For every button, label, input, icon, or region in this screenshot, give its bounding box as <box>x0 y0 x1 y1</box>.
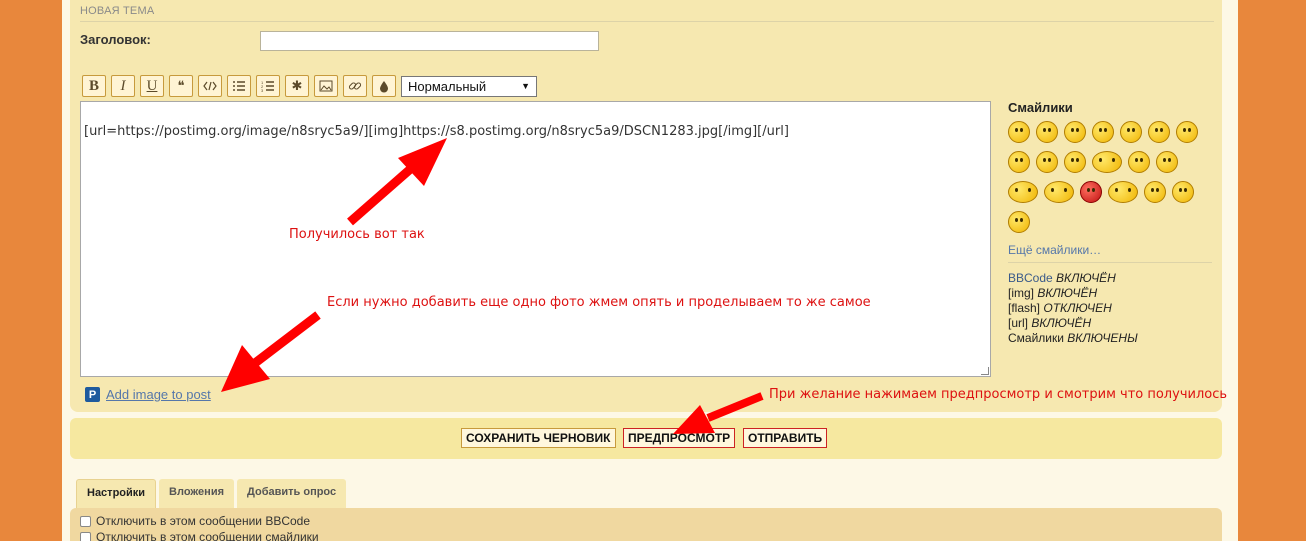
smilies-grid <box>1008 121 1208 233</box>
color-button[interactable] <box>372 75 396 97</box>
annotation-note-1: Получилось вот так <box>289 227 425 242</box>
more-smilies-link[interactable]: Ещё смайлики… <box>1008 243 1212 257</box>
bbcode-toolbar: B I U ❝ 123 ✱ Нормальный ▼ <box>82 74 537 98</box>
add-image-row: P Add image to post <box>85 387 211 402</box>
tab-settings[interactable]: Настройки <box>76 479 157 509</box>
tab-attachments[interactable]: Вложения <box>159 479 235 509</box>
page: НОВАЯ ТЕМА Заголовок: B I U ❝ 123 ✱ Норм… <box>62 0 1238 541</box>
link-button[interactable] <box>343 75 367 97</box>
add-image-link[interactable]: Add image to post <box>106 387 211 402</box>
smilies-divider <box>1008 262 1212 263</box>
codes-status: BBCode ВКЛЮЧЁН [img] ВКЛЮЧЁН [flash] ОТК… <box>1008 271 1212 346</box>
new-topic-panel: НОВАЯ ТЕМА Заголовок: B I U ❝ 123 ✱ Норм… <box>70 0 1222 412</box>
smiley-icon[interactable] <box>1120 121 1142 143</box>
smiley-icon[interactable] <box>1008 121 1030 143</box>
asterisk-icon: ✱ <box>291 78 303 93</box>
smiley-icon[interactable] <box>1176 121 1198 143</box>
flash-label: [flash] <box>1008 301 1041 315</box>
smiley-icon[interactable] <box>1008 181 1038 203</box>
flash-state: ОТКЛЮЧЕН <box>1043 301 1112 315</box>
tab-add-poll[interactable]: Добавить опрос <box>237 479 347 509</box>
smiley-icon[interactable] <box>1128 151 1150 173</box>
image-icon <box>319 80 333 92</box>
option-label: Отключить в этом сообщении BBCode <box>96 514 311 528</box>
url-state: ВКЛЮЧЁН <box>1031 316 1092 330</box>
editor-content: [url=https://postimg.org/image/n8sryc5a9… <box>84 124 789 139</box>
list-icon <box>233 81 245 91</box>
smiley-icon[interactable] <box>1008 151 1030 173</box>
list-button[interactable] <box>227 75 251 97</box>
underline-button[interactable]: U <box>140 75 164 97</box>
section-title: НОВАЯ ТЕМА <box>80 5 155 17</box>
option-label: Отключить в этом сообщении смайлики <box>96 530 319 541</box>
smiley-icon[interactable] <box>1092 121 1114 143</box>
smilies-panel: Смайлики Ещё смайлики… BBCode ВКЛЮЧЁН [i… <box>1008 100 1212 346</box>
smiley-icon[interactable] <box>1148 121 1170 143</box>
action-bar: СОХРАНИТЬ ЧЕРНОВИК ПРЕДПРОСМОТР ОТПРАВИТ… <box>70 418 1222 459</box>
smiley-icon[interactable] <box>1064 151 1086 173</box>
options-tabs: Настройки Вложения Добавить опрос <box>76 479 347 509</box>
smiley-icon[interactable] <box>1108 181 1138 203</box>
smiley-icon[interactable] <box>1172 181 1194 203</box>
ordered-list-button[interactable]: 123 <box>256 75 280 97</box>
url-status: [url] ВКЛЮЧЁН <box>1008 316 1212 331</box>
bbcode-status: BBCode ВКЛЮЧЁН <box>1008 271 1212 286</box>
postimage-icon: P <box>85 387 100 402</box>
svg-text:3: 3 <box>261 88 264 92</box>
font-size-value: Нормальный <box>408 78 487 94</box>
save-draft-button[interactable]: СОХРАНИТЬ ЧЕРНОВИК <box>461 428 616 448</box>
quote-button[interactable]: ❝ <box>169 75 193 97</box>
image-button[interactable] <box>314 75 338 97</box>
img-status: [img] ВКЛЮЧЁН <box>1008 286 1212 301</box>
smiley-icon[interactable] <box>1064 121 1086 143</box>
img-state: ВКЛЮЧЁН <box>1037 286 1098 300</box>
smilies-label: Смайлики <box>1008 331 1064 345</box>
options-panel: Отключить в этом сообщении BBCode Отключ… <box>70 508 1222 541</box>
smilies-title: Смайлики <box>1008 100 1073 115</box>
checkbox[interactable] <box>80 515 91 527</box>
submit-button[interactable]: ОТПРАВИТЬ <box>743 428 828 448</box>
quote-icon: ❝ <box>177 78 185 93</box>
smiley-icon[interactable] <box>1008 211 1030 233</box>
devil-smiley-icon[interactable] <box>1080 181 1102 203</box>
smiley-icon[interactable] <box>1144 181 1166 203</box>
smiley-icon[interactable] <box>1044 181 1074 203</box>
drop-icon <box>380 80 388 92</box>
annotation-note-2: Если нужно добавить еще одно фото жмем о… <box>327 295 871 310</box>
ordered-list-icon: 123 <box>261 80 274 92</box>
subject-label: Заголовок: <box>80 32 151 47</box>
option-disable-bbcode[interactable]: Отключить в этом сообщении BBCode <box>80 513 1212 529</box>
img-label: [img] <box>1008 286 1035 300</box>
section-divider <box>80 21 1214 22</box>
smiley-icon[interactable] <box>1036 121 1058 143</box>
code-button[interactable] <box>198 75 222 97</box>
smiley-icon[interactable] <box>1092 151 1122 173</box>
message-editor[interactable]: [url=https://postimg.org/image/n8sryc5a9… <box>80 101 991 377</box>
smiley-icon[interactable] <box>1036 151 1058 173</box>
option-disable-smilies[interactable]: Отключить в этом сообщении смайлики <box>80 529 1212 541</box>
subject-input[interactable] <box>260 31 599 51</box>
list-item-button[interactable]: ✱ <box>285 75 309 97</box>
chevron-down-icon: ▼ <box>521 81 530 91</box>
font-size-select[interactable]: Нормальный ▼ <box>401 75 537 97</box>
url-label: [url] <box>1008 316 1029 330</box>
smiley-icon[interactable] <box>1156 151 1178 173</box>
smilies-state: ВКЛЮЧЕНЫ <box>1067 331 1138 345</box>
resize-handle[interactable] <box>981 367 989 375</box>
checkbox[interactable] <box>80 531 91 541</box>
italic-button[interactable]: I <box>111 75 135 97</box>
smilies-status: Смайлики ВКЛЮЧЕНЫ <box>1008 331 1212 346</box>
flash-status: [flash] ОТКЛЮЧЕН <box>1008 301 1212 316</box>
annotation-note-3: При желание нажимаем предпросмотр и смот… <box>769 387 1228 402</box>
link-icon <box>348 82 362 90</box>
bbcode-link[interactable]: BBCode <box>1008 271 1053 285</box>
preview-button[interactable]: ПРЕДПРОСМОТР <box>623 428 736 448</box>
bbcode-state: ВКЛЮЧЁН <box>1056 271 1116 285</box>
code-icon <box>203 81 217 91</box>
bold-button[interactable]: B <box>82 75 106 97</box>
